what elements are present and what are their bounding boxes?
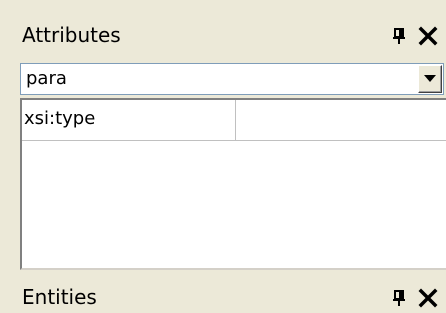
close-icon[interactable]	[417, 25, 439, 47]
close-icon[interactable]	[417, 287, 439, 309]
entities-panel-header: Entities	[0, 275, 446, 312]
dropdown-button[interactable]	[418, 65, 442, 93]
attribute-name-cell[interactable]: xsi:type	[24, 108, 95, 130]
pin-icon[interactable]	[390, 27, 408, 45]
table-row[interactable]: xsi:type	[22, 100, 446, 141]
column-divider	[235, 100, 236, 140]
element-select-value: para	[26, 68, 67, 89]
attributes-panel-title: Attributes	[22, 23, 121, 47]
chevron-down-icon	[424, 75, 436, 82]
pin-icon[interactable]	[390, 289, 408, 307]
attributes-table: xsi:type	[20, 98, 446, 270]
element-select[interactable]: para	[20, 63, 444, 95]
attributes-panel-header: Attributes	[0, 12, 446, 62]
entities-panel-title: Entities	[22, 285, 97, 309]
